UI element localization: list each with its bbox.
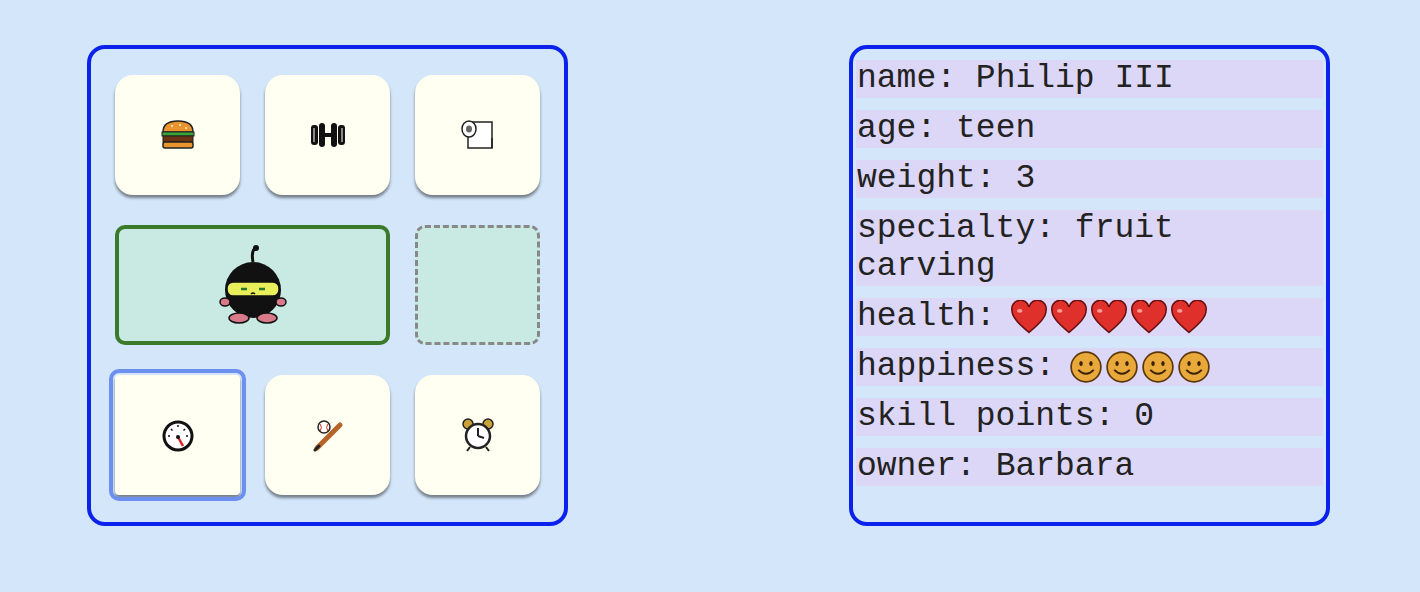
- stat-label: name:: [857, 60, 956, 97]
- stat-row: age: teen: [856, 110, 1323, 148]
- stat-label: health:: [857, 298, 996, 336]
- stat-label: specialty:: [857, 210, 1055, 247]
- stat-row: health:: [856, 298, 1323, 336]
- baseball-bat-icon: [310, 417, 346, 453]
- heart-icon: [1170, 300, 1208, 334]
- toilet-paper-icon: [459, 118, 497, 152]
- toilet-button[interactable]: [415, 75, 540, 195]
- stat-value: 3: [1015, 160, 1035, 197]
- stat-row: owner: Barbara: [856, 448, 1323, 486]
- heart-icon: [1130, 300, 1168, 334]
- stat-value: Barbara: [996, 448, 1135, 485]
- empty-slot: [415, 225, 540, 345]
- stat-row: weight: 3: [856, 160, 1323, 198]
- game-screen: name: Philip III age: teen weight: 3 specia…: [0, 0, 1420, 592]
- stat-value: teen: [956, 110, 1035, 147]
- food-button[interactable]: [115, 75, 240, 195]
- stat-label: skill points:: [857, 398, 1114, 435]
- play-button[interactable]: [265, 375, 390, 495]
- stat-label: age:: [857, 110, 936, 147]
- stat-label: happiness:: [857, 348, 1055, 386]
- game-panel: [87, 45, 568, 526]
- heart-icon: [1090, 300, 1128, 334]
- stat-value: 0: [1134, 398, 1154, 435]
- smiley-icon: [1105, 350, 1139, 384]
- burger-icon: [160, 119, 196, 151]
- smiley-icon: [1069, 350, 1103, 384]
- alarm-button[interactable]: [415, 375, 540, 495]
- pet-icon: [217, 244, 289, 326]
- heart-icon: [1050, 300, 1088, 334]
- stats-button[interactable]: [115, 375, 240, 495]
- stat-icons: [1010, 300, 1208, 334]
- stat-label: weight:: [857, 160, 996, 197]
- stat-row: name: Philip III: [856, 60, 1323, 98]
- smiley-icon: [1141, 350, 1175, 384]
- pet-info-panel: name: Philip III age: teen weight: 3 specia…: [849, 45, 1330, 526]
- stat-row: skill points: 0: [856, 398, 1323, 436]
- pet-display: [115, 225, 390, 345]
- dumbbell-icon: [308, 121, 348, 149]
- exercise-button[interactable]: [265, 75, 390, 195]
- stat-row: specialty: fruit carving: [856, 210, 1323, 286]
- stat-row: happiness:: [856, 348, 1323, 386]
- alarm-clock-icon: [460, 417, 496, 453]
- smiley-icon: [1177, 350, 1211, 384]
- gauge-icon: [160, 418, 196, 452]
- stat-label: owner:: [857, 448, 976, 485]
- stat-icons: [1069, 350, 1211, 384]
- heart-icon: [1010, 300, 1048, 334]
- stat-value: Philip III: [976, 60, 1174, 97]
